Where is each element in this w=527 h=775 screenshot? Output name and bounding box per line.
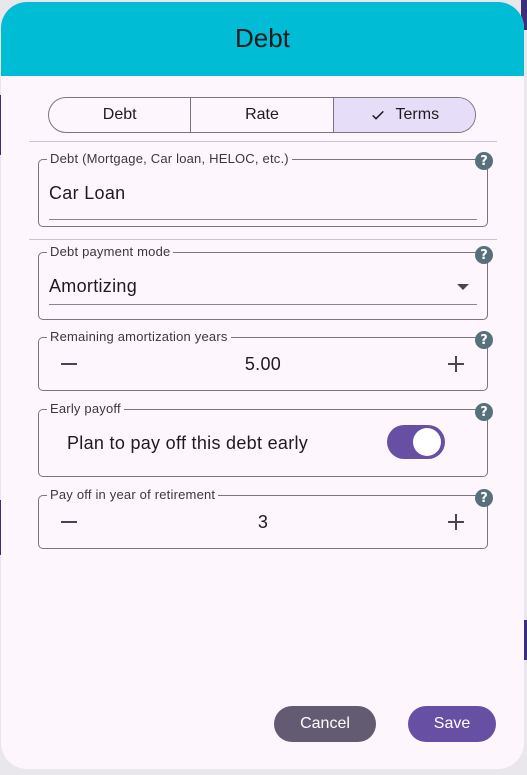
help-icon[interactable]: ?: [475, 246, 493, 264]
tab-rate-label: Rate: [245, 106, 279, 123]
tab-terms[interactable]: Terms: [333, 98, 475, 132]
cancel-button[interactable]: Cancel: [274, 706, 376, 742]
amortization-years-stepper: Remaining amortization years 5.00: [38, 329, 488, 391]
input-underline: [49, 304, 477, 305]
payoff-year-label: Pay off in year of retirement: [47, 487, 219, 502]
divider: [29, 141, 497, 142]
payoff-year-value[interactable]: 3: [39, 512, 487, 533]
cancel-button-label: Cancel: [300, 715, 350, 732]
early-payoff-field: Early payoff Plan to pay off this debt e…: [38, 401, 488, 477]
check-icon: [371, 110, 384, 120]
help-icon[interactable]: ?: [475, 152, 493, 170]
early-payoff-switch[interactable]: [387, 425, 445, 459]
tab-debt[interactable]: Debt: [49, 98, 192, 132]
tab-terms-label: Terms: [395, 106, 440, 123]
switch-knob: [413, 428, 441, 456]
amortization-years-label: Remaining amortization years: [47, 329, 231, 344]
save-button-label: Save: [433, 715, 471, 732]
payment-mode-label: Debt payment mode: [47, 244, 174, 259]
tab-rate[interactable]: Rate: [191, 98, 334, 132]
dialog-title: Debt: [235, 22, 290, 53]
input-underline: [49, 219, 477, 220]
early-payoff-text: Plan to pay off this debt early: [67, 433, 309, 453]
payoff-year-stepper: Pay off in year of retirement 3: [38, 487, 488, 549]
tab-debt-label: Debt: [102, 106, 137, 123]
amortization-years-value[interactable]: 5.00: [39, 354, 487, 375]
debt-name-field[interactable]: Debt (Mortgage, Car loan, HELOC, etc.) C…: [38, 151, 488, 227]
divider: [29, 239, 497, 240]
debt-dialog: Debt Debt Rate Terms Debt (Mortgage, Car…: [1, 2, 524, 769]
plus-icon[interactable]: [444, 510, 468, 534]
help-icon[interactable]: ?: [475, 331, 493, 349]
dialog-header: Debt: [1, 2, 524, 76]
dropdown-arrow-icon: [457, 284, 469, 290]
help-icon[interactable]: ?: [475, 403, 493, 421]
debt-name-value: Car Loan: [49, 183, 126, 203]
payment-mode-select[interactable]: Debt payment mode Amortizing: [38, 244, 488, 320]
early-payoff-label: Early payoff: [47, 401, 124, 416]
help-icon[interactable]: ?: [475, 489, 493, 507]
payment-mode-value: Amortizing: [49, 276, 138, 296]
section-tabs: Debt Rate Terms: [48, 97, 476, 133]
debt-name-label: Debt (Mortgage, Car loan, HELOC, etc.): [47, 151, 292, 166]
save-button[interactable]: Save: [408, 706, 496, 742]
plus-icon[interactable]: [444, 352, 468, 376]
